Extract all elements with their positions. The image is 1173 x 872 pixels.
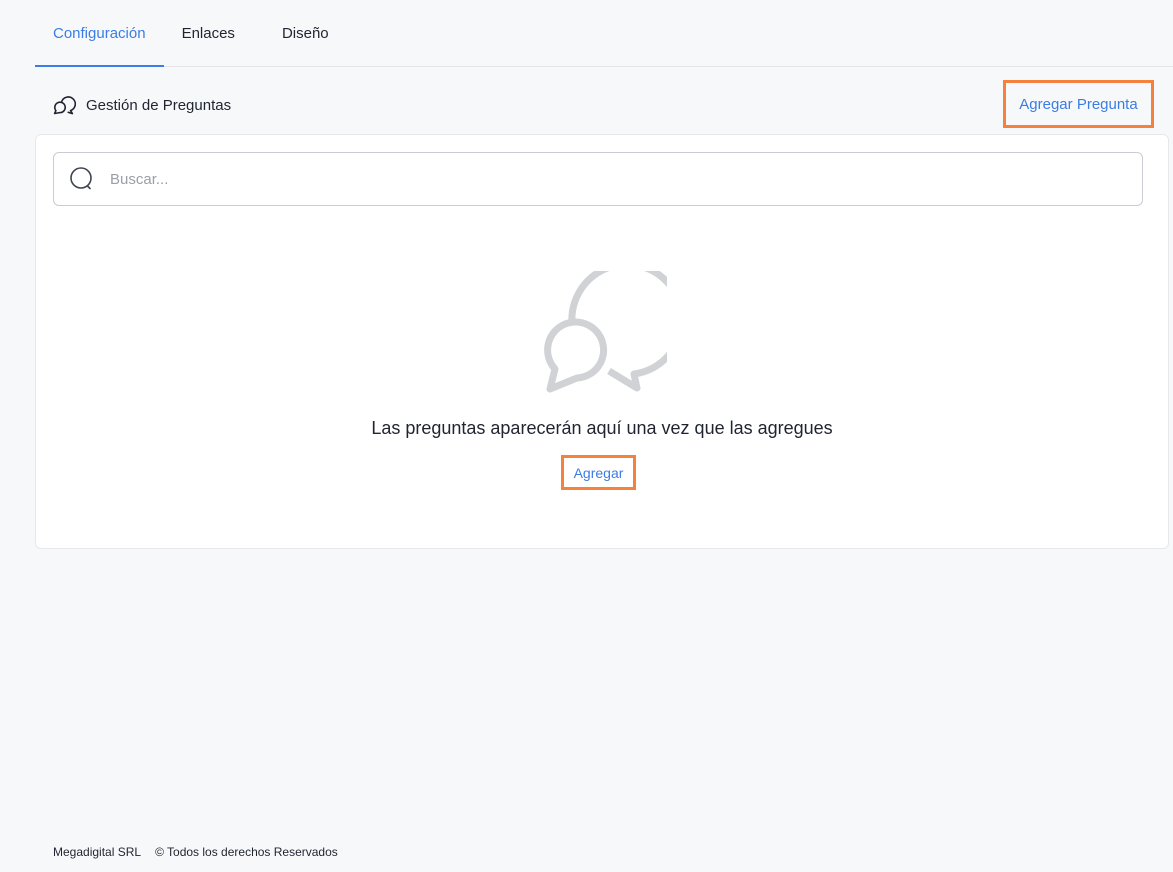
footer-copyright: © Todos los derechos Reservados [155, 845, 338, 859]
search-input[interactable] [110, 170, 1142, 188]
section-title: Gestión de Preguntas [86, 96, 232, 114]
questions-card: Las preguntas aparecerán aquí una vez qu… [35, 134, 1169, 549]
chat-bubbles-icon [52, 93, 76, 117]
empty-state-message: Las preguntas aparecerán aquí una vez qu… [371, 418, 833, 438]
tab-diseno[interactable]: Diseño [253, 0, 347, 66]
page: Configuración Enlaces Diseño Gestión de … [0, 0, 1173, 872]
section-header: Gestión de Preguntas [52, 92, 231, 118]
tab-bar: Configuración Enlaces Diseño [35, 0, 1173, 67]
add-question-button[interactable]: Agregar Pregunta [1003, 80, 1154, 128]
tab-configuracion[interactable]: Configuración [35, 1, 164, 67]
search-box [53, 152, 1143, 206]
tab-enlaces[interactable]: Enlaces [164, 0, 253, 66]
chat-bubbles-icon [541, 260, 686, 393]
add-button[interactable]: Agregar [561, 455, 636, 490]
footer-company: Megadigital SRL [53, 845, 142, 859]
search-icon [69, 166, 95, 192]
footer: Megadigital SRL © Todos los derechos Res… [53, 845, 338, 859]
